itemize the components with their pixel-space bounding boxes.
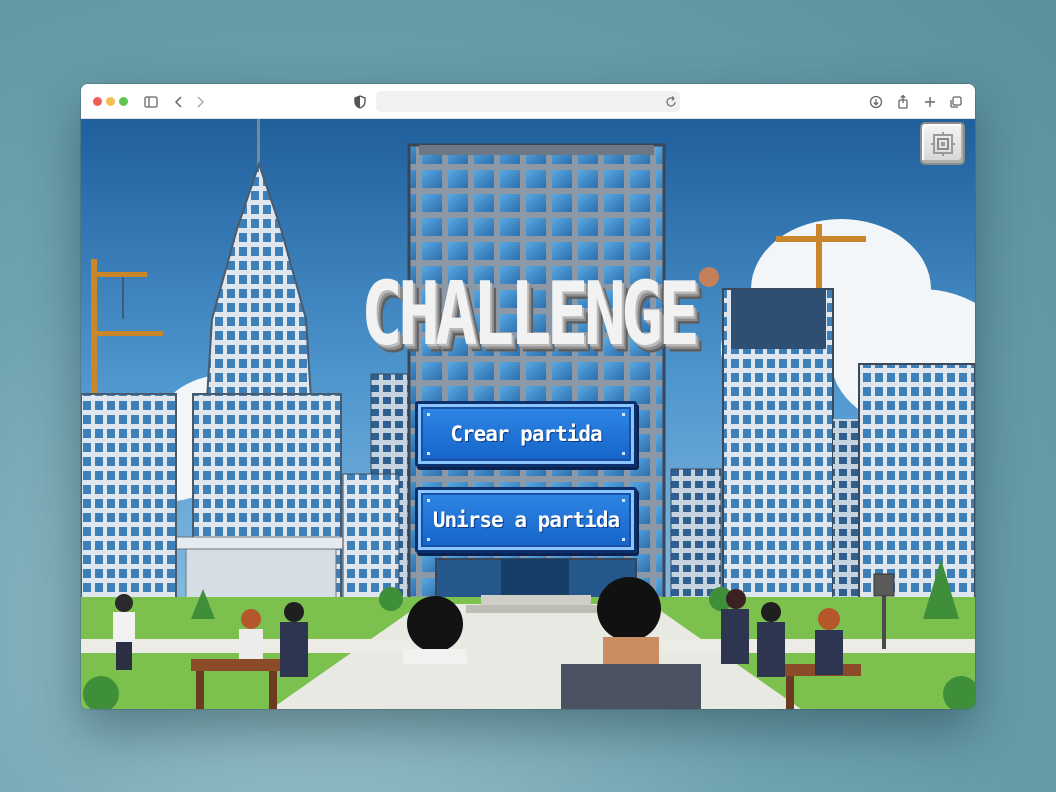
rivet <box>427 499 430 502</box>
gear-icon <box>931 132 955 156</box>
close-window-button[interactable] <box>93 97 102 106</box>
create-game-button[interactable]: Crear partida <box>415 401 637 467</box>
download-icon[interactable] <box>867 93 885 111</box>
forward-icon[interactable] <box>191 93 209 111</box>
maximize-window-button[interactable] <box>119 97 128 106</box>
rivet <box>427 538 430 541</box>
rivet <box>427 413 430 416</box>
browser-window: CHALLENGE Crear partida Unirse a partida <box>81 84 975 709</box>
rivet <box>622 538 625 541</box>
back-icon[interactable] <box>170 93 188 111</box>
join-game-button[interactable]: Unirse a partida <box>415 487 637 553</box>
rivet <box>622 452 625 455</box>
sidebar-icon[interactable] <box>142 93 160 111</box>
new-tab-icon[interactable] <box>921 93 939 111</box>
create-game-label: Crear partida <box>450 422 602 446</box>
join-game-label: Unirse a partida <box>432 508 620 532</box>
rivet <box>622 499 625 502</box>
tabs-overview-icon[interactable] <box>947 93 965 111</box>
minimize-window-button[interactable] <box>106 97 115 106</box>
shield-icon[interactable] <box>351 93 369 111</box>
address-bar[interactable] <box>376 91 680 112</box>
game-title: CHALLENGE <box>360 262 700 366</box>
game-viewport: CHALLENGE Crear partida Unirse a partida <box>81 119 975 709</box>
rivet <box>622 413 625 416</box>
rivet <box>427 452 430 455</box>
reload-icon[interactable] <box>662 93 678 109</box>
share-icon[interactable] <box>894 93 912 111</box>
settings-button[interactable] <box>920 122 965 165</box>
browser-toolbar <box>81 84 975 119</box>
